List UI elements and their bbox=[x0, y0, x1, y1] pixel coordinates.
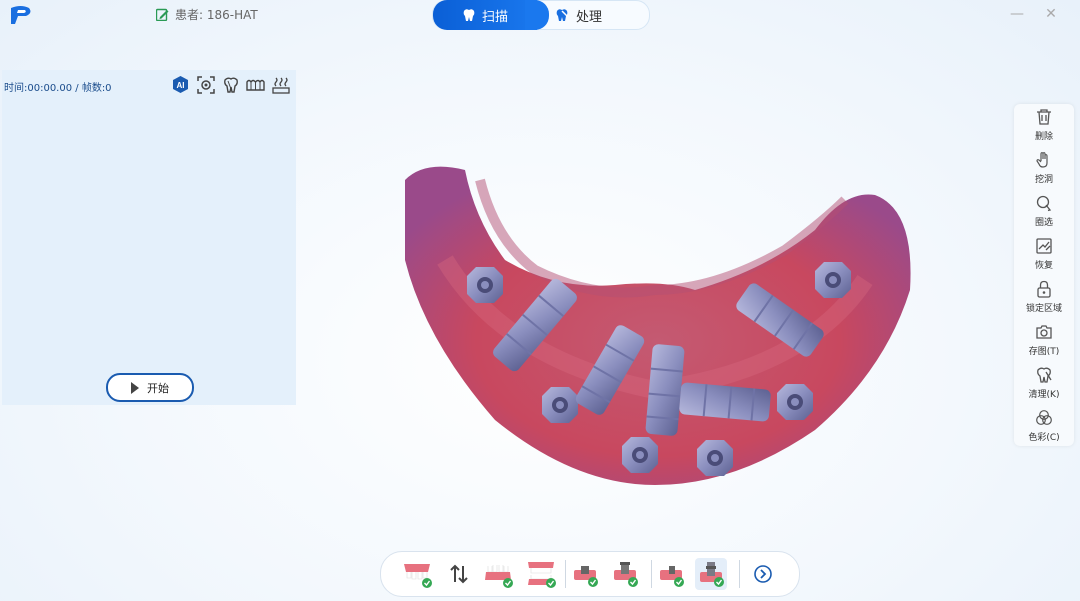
bite-scan-icon[interactable] bbox=[525, 558, 557, 590]
tooth-view-button[interactable] bbox=[221, 75, 240, 94]
implant-scan-4-icon[interactable] bbox=[695, 558, 727, 590]
clean-label: 清理(K) bbox=[1028, 390, 1060, 400]
title-bar: 患者: 186-HAT 扫描 处理 — ✕ bbox=[0, 0, 1080, 30]
scan-timer: 时间:00:00.00 / 帧数:0 bbox=[4, 83, 112, 94]
ai-icon: AI bbox=[173, 76, 188, 93]
dig-hole-label: 挖洞 bbox=[1034, 175, 1053, 185]
minimize-button[interactable]: — bbox=[1008, 5, 1026, 23]
ai-button[interactable]: AI bbox=[171, 75, 190, 94]
focus-button[interactable] bbox=[196, 75, 215, 94]
lock-region-button[interactable]: 锁定区域 bbox=[1014, 280, 1074, 320]
jaw-scan-model[interactable] bbox=[385, 140, 925, 500]
camera-icon bbox=[1036, 325, 1052, 339]
next-arrow-icon[interactable] bbox=[747, 558, 779, 590]
mode-tabs: 扫描 处理 bbox=[432, 0, 650, 30]
lasso-select-label: 圈选 bbox=[1034, 218, 1053, 228]
tooth-icon bbox=[463, 9, 475, 21]
tab-process-label: 处理 bbox=[576, 9, 603, 25]
lasso-select-button[interactable]: 圈选 bbox=[1014, 194, 1074, 234]
play-icon bbox=[131, 381, 139, 394]
heat-icon bbox=[271, 77, 290, 94]
lock-icon bbox=[1037, 280, 1051, 298]
tooth-scan-icon bbox=[223, 77, 238, 93]
restore-button[interactable]: 恢复 bbox=[1014, 237, 1074, 277]
tooth-process-icon bbox=[556, 9, 569, 21]
save-image-label: 存图(T) bbox=[1028, 347, 1060, 357]
swap-jaw-icon[interactable] bbox=[443, 558, 475, 590]
restore-label: 恢复 bbox=[1034, 261, 1053, 271]
edit-icon[interactable] bbox=[156, 8, 169, 21]
toolbar-divider bbox=[739, 560, 740, 588]
color-label: 色彩(C) bbox=[1028, 433, 1060, 443]
toolbar-divider bbox=[651, 560, 652, 588]
app-logo-icon bbox=[11, 6, 31, 24]
trash-icon bbox=[1037, 109, 1051, 125]
delete-button[interactable]: 删除 bbox=[1014, 108, 1074, 148]
patient-label: 患者: 186-HAT bbox=[175, 8, 258, 22]
focus-icon bbox=[196, 75, 215, 94]
tab-scan[interactable]: 扫描 bbox=[433, 0, 549, 30]
arch-icon bbox=[246, 79, 265, 91]
start-label: 开始 bbox=[147, 381, 169, 395]
color-button[interactable]: 色彩(C) bbox=[1014, 409, 1074, 449]
clean-icon bbox=[1037, 367, 1052, 383]
scan-preview-panel: 时间:00:00.00 / 帧数:0 AI 开始 bbox=[2, 70, 296, 405]
tab-scan-label: 扫描 bbox=[481, 9, 508, 25]
clean-button[interactable]: 清理(K) bbox=[1014, 366, 1074, 406]
preview-tools: AI bbox=[171, 75, 290, 94]
patient-info: 患者: 186-HAT bbox=[156, 6, 258, 23]
color-icon bbox=[1036, 410, 1052, 425]
right-toolbar: 删除 挖洞 圈选 恢复 锁定区域 存图(T) 清理(K) 色彩(C) bbox=[1014, 104, 1074, 446]
tab-process[interactable]: 处理 bbox=[551, 1, 651, 29]
dig-hole-button[interactable]: 挖洞 bbox=[1014, 151, 1074, 191]
arch-view-button[interactable] bbox=[246, 75, 265, 94]
bottom-scan-toolbar bbox=[380, 551, 800, 597]
implant-scan-2-icon[interactable] bbox=[609, 558, 641, 590]
lock-region-label: 锁定区域 bbox=[1025, 304, 1062, 314]
dig-hole-icon bbox=[1036, 152, 1048, 168]
close-button[interactable]: ✕ bbox=[1042, 5, 1060, 23]
toolbar-divider bbox=[565, 560, 566, 588]
save-image-button[interactable]: 存图(T) bbox=[1014, 323, 1074, 363]
lasso-select-icon bbox=[1036, 195, 1052, 212]
implant-scan-3-icon[interactable] bbox=[655, 558, 687, 590]
ai-badge-text: AI bbox=[177, 81, 185, 90]
heat-button[interactable] bbox=[271, 75, 290, 94]
upper-jaw-scan-icon[interactable] bbox=[401, 558, 433, 590]
restore-icon bbox=[1036, 238, 1052, 254]
implant-scan-1-icon[interactable] bbox=[569, 558, 601, 590]
lower-jaw-scan-icon[interactable] bbox=[482, 558, 514, 590]
delete-label: 删除 bbox=[1034, 132, 1053, 142]
start-button[interactable]: 开始 bbox=[106, 373, 194, 402]
